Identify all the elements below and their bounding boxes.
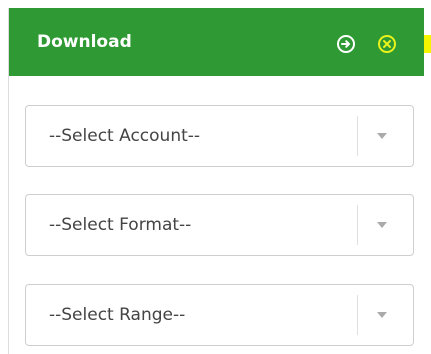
chevron-down-icon xyxy=(377,312,387,318)
close-button[interactable] xyxy=(378,35,396,53)
select-range-value: --Select Range-- xyxy=(49,305,186,325)
close-circle-icon xyxy=(383,40,391,48)
dropdown-divider xyxy=(357,295,358,335)
download-panel: Download --Select Account-- --Select For… xyxy=(8,8,431,354)
go-arrow-button[interactable] xyxy=(337,35,355,53)
select-account-dropdown[interactable]: --Select Account-- xyxy=(25,105,414,167)
select-format-dropdown[interactable]: --Select Format-- xyxy=(25,194,414,256)
arrow-circle-right-icon xyxy=(341,40,350,48)
highlight-tab xyxy=(424,35,431,53)
panel-title: Download xyxy=(37,32,132,52)
select-format-value: --Select Format-- xyxy=(49,215,192,235)
panel-header: Download xyxy=(9,8,424,76)
chevron-down-icon xyxy=(377,222,387,228)
dropdown-divider xyxy=(357,116,358,156)
select-account-value: --Select Account-- xyxy=(49,126,201,146)
select-range-dropdown[interactable]: --Select Range-- xyxy=(25,284,414,346)
dropdown-divider xyxy=(357,205,358,245)
chevron-down-icon xyxy=(377,133,387,139)
